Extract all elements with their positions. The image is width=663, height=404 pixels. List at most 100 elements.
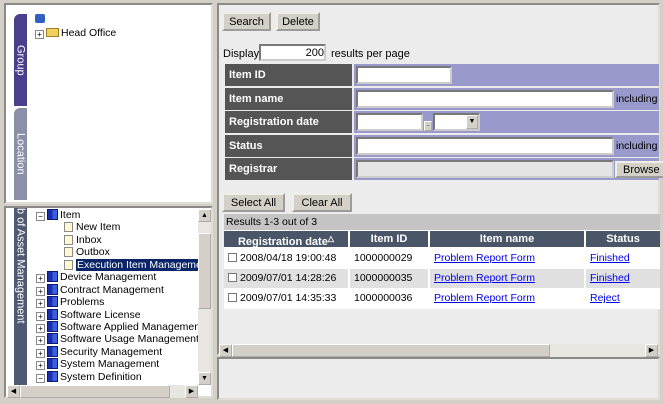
- registration-date: 2009/07/01 14:35:33: [240, 292, 337, 304]
- status-cell: including: [354, 135, 659, 157]
- tree-label: System Definition: [60, 371, 142, 383]
- status-link[interactable]: Finished: [590, 252, 630, 264]
- item-name-link[interactable]: Problem Report Form: [434, 252, 535, 264]
- tab-location-label: Location: [14, 133, 27, 175]
- expand-icon[interactable]: +: [36, 324, 45, 333]
- book-icon: [47, 321, 58, 332]
- scroll-left-icon[interactable]: ◀: [219, 344, 232, 357]
- item-name-link[interactable]: Problem Report Form: [434, 292, 535, 304]
- tree-item[interactable]: + Device Management: [36, 271, 156, 283]
- expand-icon[interactable]: +: [36, 299, 45, 308]
- item-id-cell: 1000000029: [350, 249, 428, 268]
- clear-all-button[interactable]: Clear All: [292, 193, 352, 212]
- chevron-down-icon[interactable]: ▼: [466, 115, 478, 129]
- scroll-thumb[interactable]: [20, 385, 170, 398]
- tree-item[interactable]: + System Management: [36, 358, 159, 370]
- expand-icon[interactable]: +: [35, 30, 44, 39]
- results-summary: Results 1-3 out of 3: [224, 214, 660, 230]
- scroll-left-icon[interactable]: ◀: [7, 385, 20, 398]
- tree-item[interactable]: + Software License: [36, 309, 141, 321]
- expand-icon[interactable]: +: [36, 287, 45, 296]
- collapse-icon[interactable]: −: [36, 212, 45, 221]
- registration-date-label: Registration date: [225, 111, 352, 133]
- item-name-label: Item name: [225, 88, 352, 110]
- column-label: Registration date: [237, 236, 328, 248]
- date-condition-select[interactable]: ▼: [433, 113, 480, 131]
- tree-item[interactable]: + Problems: [36, 296, 104, 308]
- browse-button[interactable]: Browse: [615, 161, 663, 178]
- horizontal-scrollbar[interactable]: ◀ ▶: [7, 385, 198, 398]
- tree-label: New Item: [76, 221, 121, 233]
- tab-location[interactable]: Location: [14, 108, 27, 200]
- column-header-item-id[interactable]: Item ID: [350, 231, 428, 247]
- display-label: Display: [223, 48, 260, 60]
- horizontal-scrollbar[interactable]: ◀ ▶: [219, 344, 658, 357]
- item-name-input[interactable]: [356, 90, 614, 108]
- column-header-item-name[interactable]: Item name: [430, 231, 584, 247]
- group-panel: Group Location + Head Office: [4, 3, 213, 204]
- status-input[interactable]: [356, 137, 614, 155]
- row-checkbox[interactable]: [228, 273, 237, 282]
- item-id-cell: 1000000035: [350, 269, 428, 288]
- delete-button[interactable]: Delete: [276, 12, 320, 31]
- scroll-right-icon[interactable]: ▶: [185, 385, 198, 398]
- book-icon: [47, 309, 58, 320]
- row-checkbox[interactable]: [228, 253, 237, 262]
- results-per-page-input[interactable]: [259, 44, 326, 61]
- expand-icon[interactable]: +: [36, 361, 45, 370]
- expand-icon[interactable]: +: [36, 349, 45, 358]
- item-id-cell: 1000000036: [350, 289, 428, 308]
- scroll-down-icon[interactable]: ▼: [198, 372, 211, 385]
- including-label: including: [616, 93, 658, 105]
- scroll-thumb[interactable]: [198, 233, 211, 309]
- search-form: Item ID Item name including Registration…: [219, 64, 663, 182]
- tree-item-head-office[interactable]: + Head Office: [35, 27, 116, 39]
- tree-item[interactable]: Inbox: [64, 234, 102, 246]
- vertical-scrollbar[interactable]: ▲ ▼: [198, 209, 211, 385]
- tab-group[interactable]: Group: [14, 14, 27, 106]
- tree-label: System Management: [60, 358, 160, 370]
- select-all-button[interactable]: Select All: [222, 193, 285, 212]
- registration-date-cell: 2009/07/01 14:28:26: [224, 269, 348, 288]
- tree-item[interactable]: − Item: [36, 209, 80, 221]
- registration-date-input[interactable]: [356, 113, 423, 131]
- book-icon: [47, 284, 58, 295]
- tree-label: Item: [60, 209, 81, 221]
- tree-label: Problems: [60, 296, 105, 308]
- scroll-right-icon[interactable]: ▶: [645, 344, 658, 357]
- tree-item[interactable]: Outbox: [64, 246, 110, 258]
- status-link[interactable]: Reject: [590, 292, 620, 304]
- column-header-registration-date[interactable]: Registration date△: [224, 231, 348, 248]
- tree-item[interactable]: New Item: [64, 221, 120, 233]
- item-id-input[interactable]: [356, 66, 452, 84]
- tree-item[interactable]: + Software Applied Management: [36, 321, 199, 333]
- status-cell: Finished: [586, 249, 660, 268]
- book-icon: [47, 371, 58, 382]
- registrar-input: [356, 160, 614, 178]
- including-label: including: [616, 140, 658, 152]
- expand-icon[interactable]: +: [36, 312, 45, 321]
- registration-date: 2008/04/18 19:00:48: [240, 252, 337, 264]
- tree-item-selected[interactable]: Execution Item Management: [64, 259, 199, 271]
- status-label: Status: [225, 135, 352, 157]
- tree-label: Device Management: [60, 271, 157, 283]
- item-name-link[interactable]: Problem Report Form: [434, 272, 535, 284]
- collapse-icon[interactable]: −: [36, 374, 45, 383]
- tree-item[interactable]: − System Definition: [36, 371, 142, 383]
- row-checkbox[interactable]: [228, 293, 237, 302]
- calendar-button[interactable]: ..: [424, 121, 432, 131]
- search-button[interactable]: Search: [222, 12, 271, 31]
- column-header-status[interactable]: Status: [586, 231, 660, 247]
- status-link[interactable]: Finished: [590, 272, 630, 284]
- tree-item[interactable]: + Security Management: [36, 346, 162, 358]
- scroll-up-icon[interactable]: ▲: [198, 209, 211, 222]
- scroll-thumb[interactable]: [232, 344, 550, 357]
- tab-asset-management[interactable]: b of Asset Management: [14, 208, 27, 386]
- tab-asset-management-label: b of Asset Management: [14, 208, 27, 324]
- expand-icon[interactable]: +: [36, 274, 45, 283]
- expand-icon[interactable]: +: [36, 336, 45, 345]
- results-per-page-label: results per page: [331, 48, 410, 60]
- tree-item[interactable]: + Software Usage Management: [36, 333, 199, 345]
- book-icon: [47, 296, 58, 307]
- tree-item[interactable]: + Contract Management: [36, 284, 164, 296]
